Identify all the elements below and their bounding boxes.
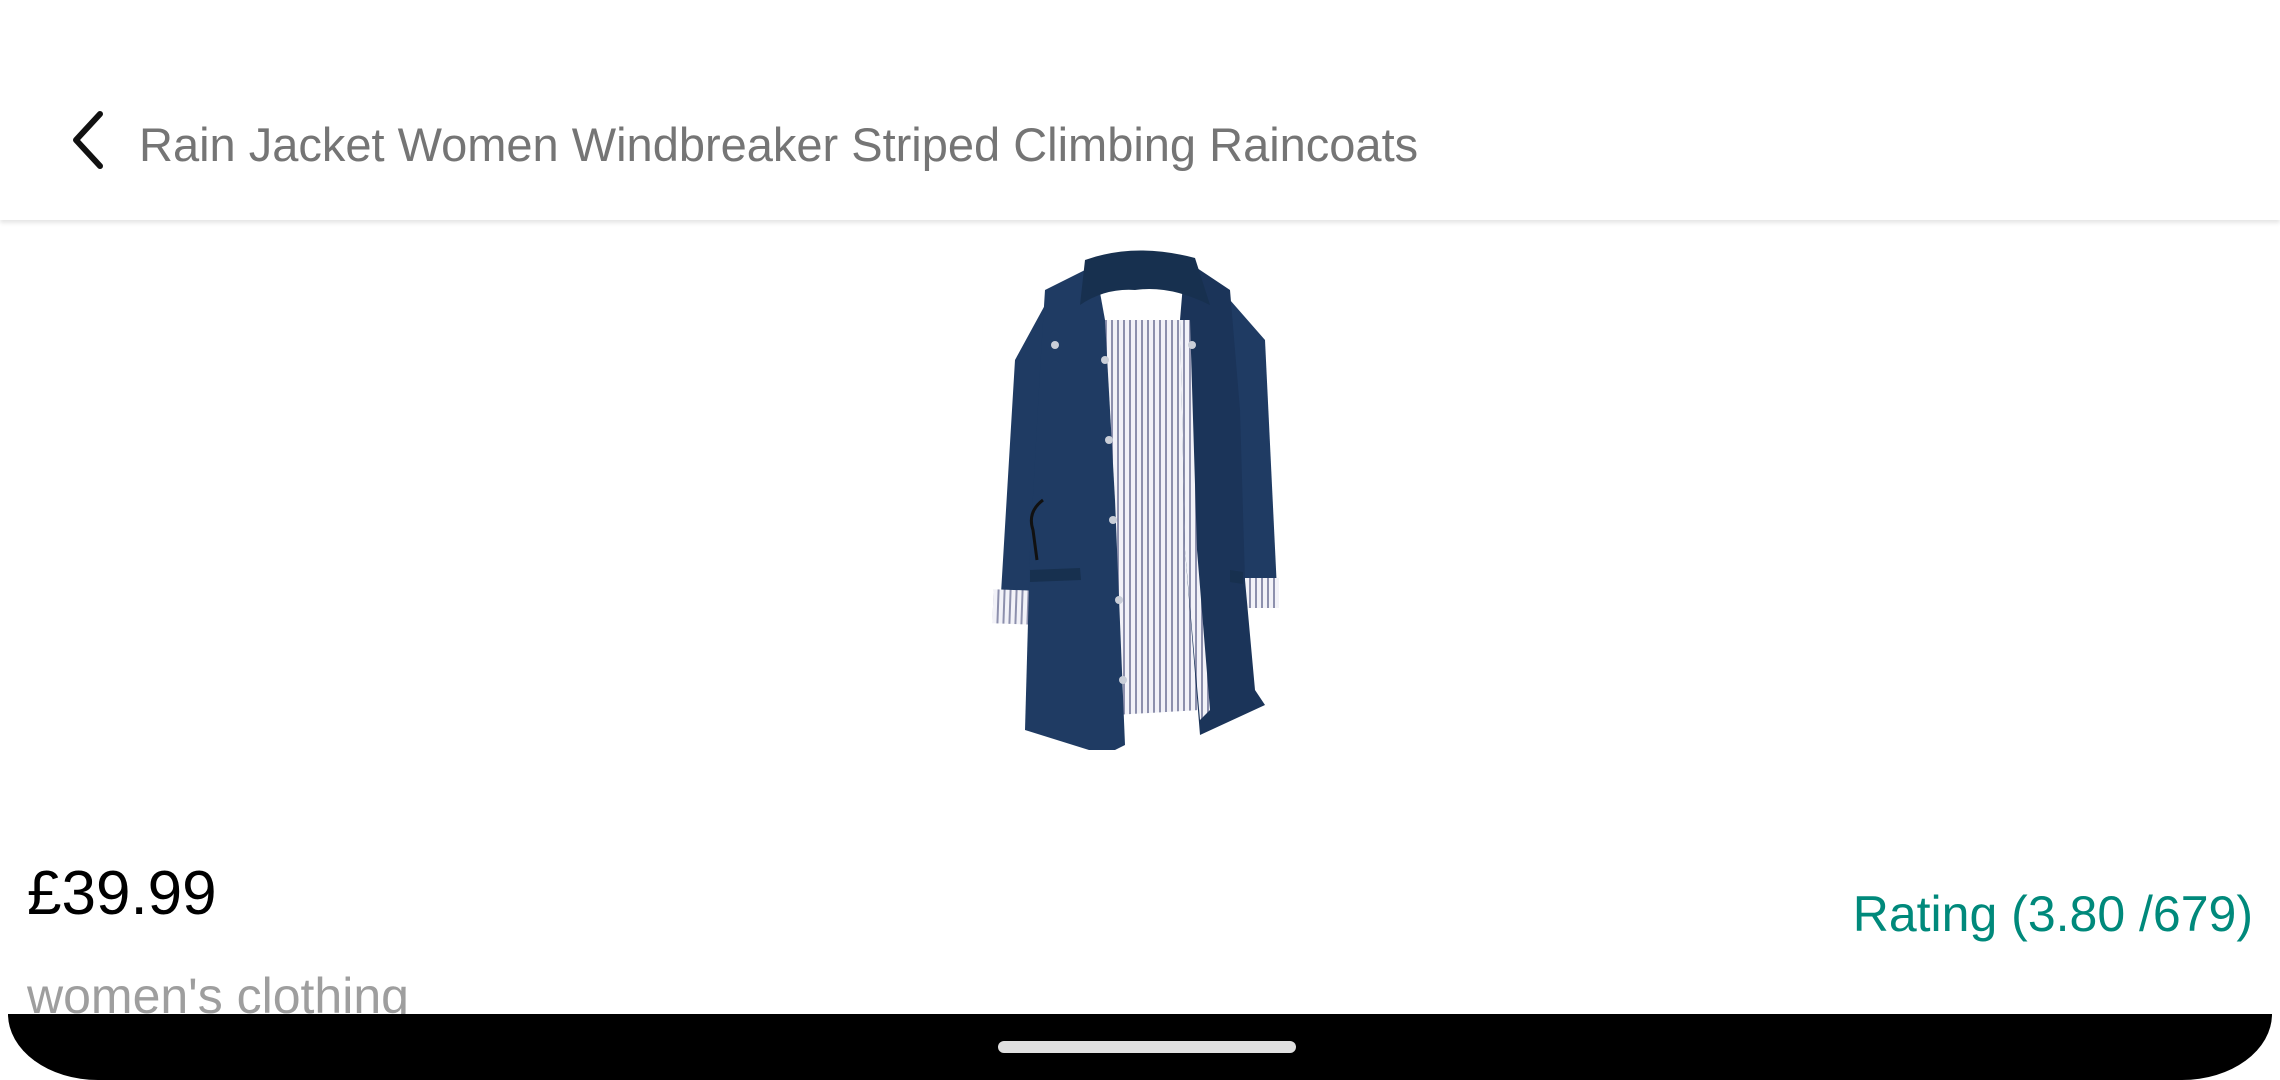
jacket-illustration xyxy=(992,250,1279,755)
system-navigation-bar xyxy=(0,1014,2280,1080)
product-rating: Rating (3.80 /679) xyxy=(1852,886,2253,942)
back-button[interactable] xyxy=(50,100,126,180)
product-price: £39.99 xyxy=(27,859,217,928)
chevron-left-icon xyxy=(73,111,103,169)
product-detail-screen: Rain Jacket Women Windbreaker Striped Cl… xyxy=(0,0,2280,1080)
app-bar: Rain Jacket Women Windbreaker Striped Cl… xyxy=(0,0,2280,220)
home-indicator[interactable] xyxy=(998,1041,1296,1053)
navigation-bar-background xyxy=(8,1014,2272,1080)
page-title: Rain Jacket Women Windbreaker Striped Cl… xyxy=(139,118,1419,171)
product-image[interactable] xyxy=(985,250,1295,755)
